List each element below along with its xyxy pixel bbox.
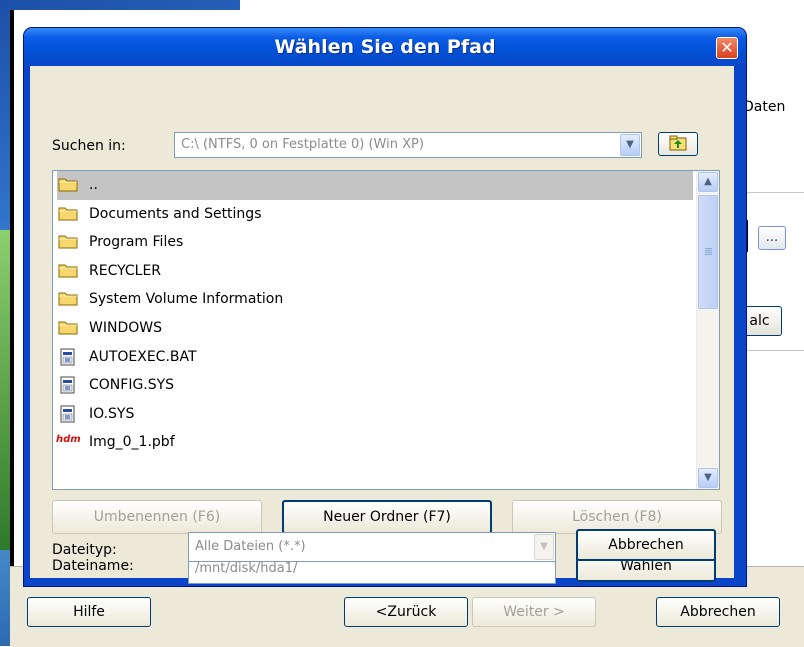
- file-list-item[interactable]: WINDOWS: [53, 314, 697, 343]
- wizard-divider: [740, 192, 804, 193]
- file-name: Img_0_1.pbf: [89, 434, 175, 451]
- file-name: ..: [89, 177, 98, 193]
- file-list-item[interactable]: Program Files: [53, 228, 697, 257]
- file-name: IO.SYS: [89, 405, 135, 422]
- file-name: RECYCLER: [89, 262, 162, 279]
- folder-icon: [58, 176, 78, 192]
- filetype-value: Alle Dateien (*.*): [195, 539, 306, 554]
- chevron-down-icon[interactable]: ▼: [620, 134, 640, 156]
- dialog-cancel-button[interactable]: Abbrechen: [576, 529, 716, 561]
- vertical-scrollbar[interactable]: ▲ ▼: [696, 171, 719, 489]
- file-list-items: .. Documents and Settings Program Files REC…: [53, 171, 697, 457]
- folder-icon: [58, 319, 78, 335]
- look-in-label: Suchen in:: [52, 138, 126, 154]
- wizard-next-button[interactable]: Weiter >: [472, 597, 596, 627]
- filetype-label: Dateityp:: [52, 542, 117, 558]
- filetype-combo[interactable]: Alle Dateien (*.*) ▼: [188, 532, 556, 562]
- dialog-title: Wählen Sie den Pfad: [274, 36, 496, 58]
- file-list-item[interactable]: AUTOEXEC.BAT: [53, 343, 697, 372]
- file-list-item[interactable]: ..: [57, 171, 693, 200]
- scroll-up-icon[interactable]: ▲: [698, 172, 718, 192]
- file-list[interactable]: .. Documents and Settings Program Files REC…: [52, 170, 720, 490]
- image-file-icon-text: hdm: [56, 434, 81, 446]
- folder-up-icon: [669, 135, 687, 151]
- file-name: Documents and Settings: [89, 205, 262, 222]
- file-name: WINDOWS: [89, 319, 162, 336]
- folder-icon: [58, 290, 78, 306]
- file-name: System Volume Information: [89, 291, 284, 308]
- file-name: CONFIG.SYS: [89, 377, 175, 394]
- system-file-icon: [58, 376, 78, 394]
- system-file-icon: [58, 348, 78, 366]
- wizard-help-button[interactable]: Hilfe: [27, 597, 151, 627]
- rename-button[interactable]: Umbenennen (F6): [52, 500, 262, 534]
- look-in-combo[interactable]: C:\ (NTFS, 0 on Festplatte 0) (Win XP) ▼: [174, 132, 642, 158]
- wizard-browse-button[interactable]: ...: [758, 226, 786, 250]
- chevron-down-icon[interactable]: ▼: [534, 534, 554, 560]
- image-file-icon: hdm: [56, 433, 81, 449]
- look-in-value: C:\ (NTFS, 0 on Festplatte 0) (Win XP): [181, 137, 424, 152]
- file-list-item[interactable]: Documents and Settings: [53, 200, 697, 229]
- folder-icon: [58, 233, 78, 249]
- system-file-icon: [58, 405, 78, 423]
- wizard-divider: [740, 350, 804, 351]
- file-name: AUTOEXEC.BAT: [89, 348, 197, 365]
- wizard-cancel-button[interactable]: Abbrechen: [656, 597, 780, 627]
- dialog-titlebar[interactable]: Wählen Sie den Pfad ✕: [24, 28, 746, 66]
- file-list-item[interactable]: IO.SYS: [53, 400, 697, 429]
- wizard-side-text: Daten: [743, 99, 786, 115]
- file-list-item[interactable]: hdm Img_0_1.pbf: [53, 428, 697, 457]
- scroll-down-icon[interactable]: ▼: [698, 468, 718, 488]
- file-list-item[interactable]: System Volume Information: [53, 285, 697, 314]
- new-folder-button[interactable]: Neuer Ordner (F7): [282, 500, 492, 534]
- file-list-item[interactable]: CONFIG.SYS: [53, 371, 697, 400]
- scrollbar-thumb[interactable]: [698, 195, 718, 309]
- folder-icon: [58, 262, 78, 278]
- path-dialog: Wählen Sie den Pfad ✕ Suchen in: C:\ (NT…: [24, 28, 746, 586]
- close-icon[interactable]: ✕: [716, 37, 738, 59]
- folder-up-button[interactable]: [658, 132, 698, 156]
- wizard-back-button[interactable]: <Zurück: [344, 597, 468, 627]
- file-list-item[interactable]: RECYCLER: [53, 257, 697, 286]
- folder-icon: [58, 205, 78, 221]
- file-name: Program Files: [89, 234, 184, 251]
- filename-label: Dateiname:: [52, 558, 134, 574]
- dialog-body: Suchen in: C:\ (NTFS, 0 on Festplatte 0)…: [30, 66, 734, 584]
